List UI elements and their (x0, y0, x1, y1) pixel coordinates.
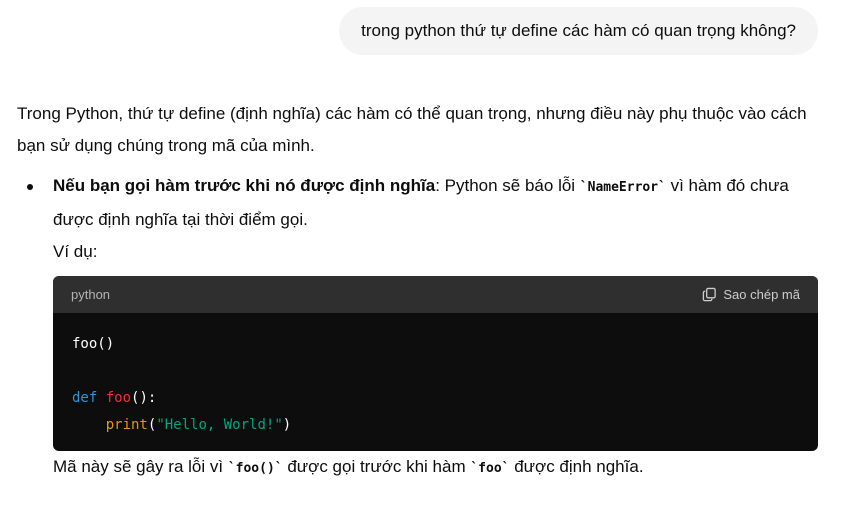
after-code-text: Mã này sẽ gây ra lỗi vì `foo()` được gọi… (53, 451, 817, 485)
user-message-text: trong python thứ tự define các hàm có qu… (361, 21, 796, 40)
code-language-label: python (71, 287, 111, 302)
code-paren-close: ) (282, 417, 292, 433)
code-block: python Sao chép mã foo() def foo(): prin… (53, 276, 818, 451)
inline-code-foo-call: `foo()` (227, 461, 283, 476)
bullet-text: : Python sẽ báo lỗi (435, 176, 580, 195)
inline-code-foo: `foo` (470, 461, 510, 476)
after-text-b: được gọi trước khi hàm (282, 457, 471, 476)
after-text-c: được định nghĩa. (509, 457, 644, 476)
code-keyword-def: def (72, 390, 98, 406)
code-builtin-print: print (105, 417, 148, 433)
code-def-rest: (): (131, 390, 157, 406)
answer-intro: Trong Python, thứ tự define (định nghĩa)… (17, 104, 807, 155)
chat-page: trong python thứ tự define các hàm có qu… (0, 0, 844, 521)
bullet-bold-text: Nếu bạn gọi hàm trước khi nó được định n… (53, 176, 436, 195)
list-item: Nếu bạn gọi hàm trước khi nó được định n… (17, 170, 818, 485)
answer-bullet-list: Nếu bạn gọi hàm trước khi nó được định n… (17, 170, 818, 485)
assistant-answer: Trong Python, thứ tự define (định nghĩa)… (17, 98, 818, 485)
bullet-dot (27, 184, 33, 190)
code-function-name: foo (105, 390, 132, 406)
example-label: Ví dụ: (53, 242, 98, 261)
code-block-header: python Sao chép mã (53, 276, 818, 313)
user-message-bubble: trong python thứ tự define các hàm có qu… (339, 7, 818, 55)
code-body: foo() def foo(): print("Hello, World!") (53, 313, 818, 451)
after-text-a: Mã này sẽ gây ra lỗi vì (53, 457, 228, 476)
inline-code-nameerror: `NameError` (579, 180, 666, 195)
copy-code-button[interactable]: Sao chép mã (702, 276, 800, 313)
copy-icon (703, 287, 717, 302)
code-string: "Hello, World!" (156, 417, 283, 433)
copy-code-label: Sao chép mã (723, 287, 800, 302)
code-line-1: foo() (72, 336, 115, 352)
